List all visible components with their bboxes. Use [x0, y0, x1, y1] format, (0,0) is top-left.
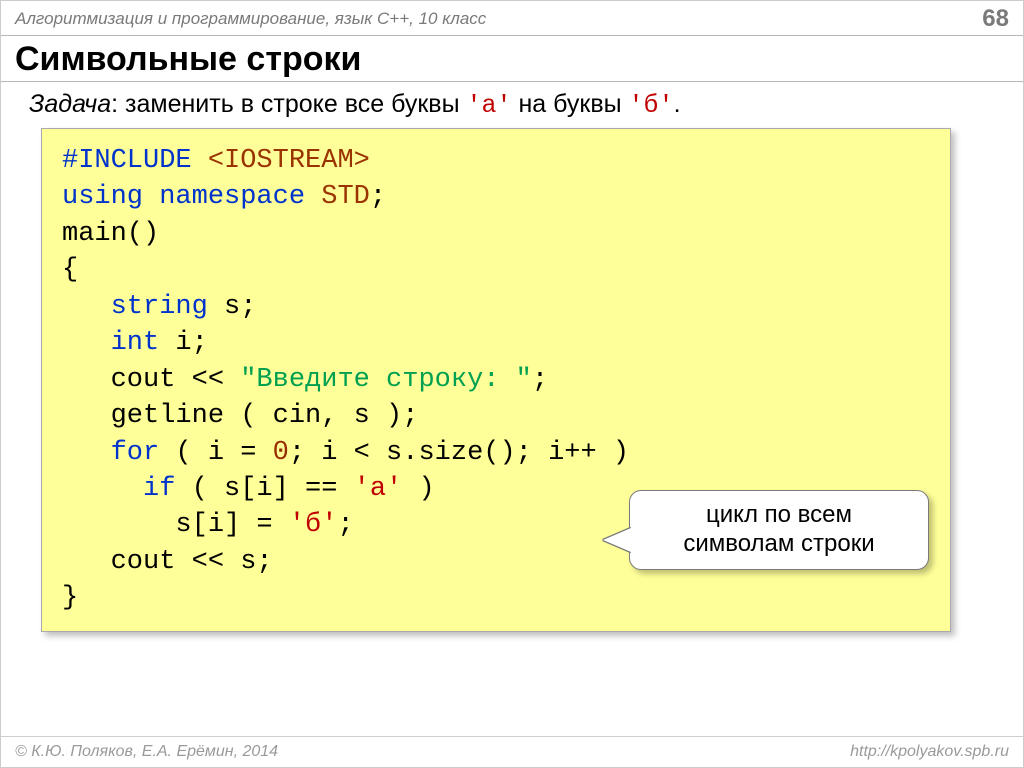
tok-lit-a: 'а': [354, 474, 403, 504]
callout: цикл по всем символам строки: [629, 490, 929, 570]
tok-s: s;: [208, 292, 257, 322]
slide-title: Символьные строки: [15, 40, 1009, 79]
slide: Алгоритмизация и программирование, язык …: [0, 0, 1024, 768]
tok-for-open: ( i =: [159, 438, 272, 468]
task-literal-a: 'а': [467, 91, 512, 120]
task-text-mid: на буквы: [512, 90, 629, 118]
tok-cout1: cout <<: [62, 365, 240, 395]
tok-if: if: [62, 474, 175, 504]
tok-include: #INCLUDE: [62, 146, 208, 176]
tok-lit-b: 'б': [289, 510, 338, 540]
tok-lbrace: {: [62, 255, 78, 285]
callout-line1: цикл по всем: [638, 501, 920, 530]
code-block-wrap: #INCLUDE <IOSTREAM> using namespace STD;…: [41, 128, 951, 632]
footer-url: http://kpolyakov.spb.ru: [850, 743, 1009, 761]
task-text-after: .: [674, 90, 681, 118]
subject-line: Алгоритмизация и программирование, язык …: [15, 9, 486, 29]
tok-std: STD: [321, 182, 370, 212]
tok-main: main(): [62, 219, 159, 249]
tok-if-close: ): [402, 474, 434, 504]
tok-iostream: <IOSTREAM>: [208, 146, 370, 176]
tok-if-open: ( s[i] ==: [175, 474, 353, 504]
slide-header: Алгоритмизация и программирование, язык …: [1, 1, 1023, 36]
tok-assign: s[i] =: [62, 510, 289, 540]
tok-semi1: ;: [370, 182, 386, 212]
task-literal-b: 'б': [629, 91, 674, 120]
page-number: 68: [982, 5, 1009, 33]
tok-for: for: [62, 438, 159, 468]
slide-footer: © К.Ю. Поляков, Е.А. Ерёмин, 2014 http:/…: [1, 736, 1023, 767]
tok-int: int: [62, 328, 159, 358]
tok-zero: 0: [273, 438, 289, 468]
tok-strlit: "Введите строку: ": [240, 365, 532, 395]
tok-getline: getline ( cin, s );: [62, 401, 418, 431]
tok-for-rest: ; i < s.size(); i++ ): [289, 438, 629, 468]
tok-rbrace: }: [62, 583, 78, 613]
tok-string: string: [62, 292, 208, 322]
tok-semi2: ;: [532, 365, 548, 395]
callout-line2: символам строки: [638, 530, 920, 559]
tok-i: i;: [159, 328, 208, 358]
tok-using-ns: using namespace: [62, 182, 321, 212]
task-statement: Задача: заменить в строке все буквы 'а' …: [1, 82, 1023, 126]
copyright: © К.Ю. Поляков, Е.А. Ерёмин, 2014: [15, 743, 278, 761]
tok-semi3: ;: [337, 510, 353, 540]
callout-tail-icon: [603, 528, 631, 552]
tok-cout2: cout << s;: [62, 547, 273, 577]
task-label: Задача: [29, 90, 111, 118]
task-text-before: : заменить в строке все буквы: [111, 90, 466, 118]
slide-title-bar: Символьные строки: [1, 36, 1023, 82]
callout-bubble: цикл по всем символам строки: [629, 490, 929, 570]
